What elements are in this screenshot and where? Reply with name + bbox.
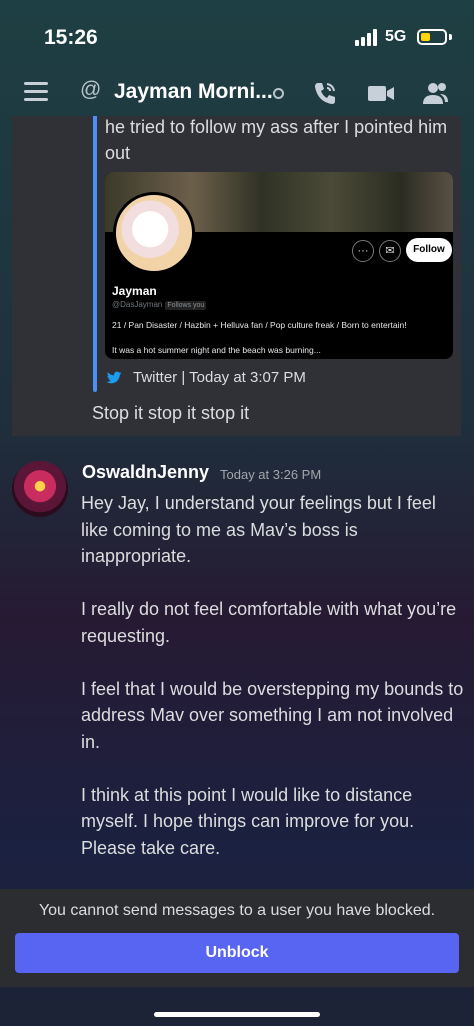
home-indicator[interactable]: [154, 1012, 320, 1017]
tweet-handle: @DasJayman Follows you: [112, 300, 207, 310]
more-button[interactable]: ···: [352, 240, 374, 262]
twitter-icon: [106, 371, 122, 384]
tweet-story: It was a hot summer night and the beach …: [112, 345, 321, 355]
message-paragraph: I really do not feel comfortable with wh…: [81, 599, 457, 646]
blocked-notice: You cannot send messages to a user you h…: [38, 902, 436, 919]
follows-you-badge: Follows you: [165, 301, 207, 310]
video-icon[interactable]: [366, 78, 396, 108]
members-icon[interactable]: [420, 78, 450, 108]
status-bar: 15:26 5G: [0, 0, 474, 72]
tweet-avatar: [113, 192, 195, 274]
tweet-handle-text: @DasJayman: [112, 300, 163, 309]
message-paragraph: I think at this point I would like to di…: [81, 784, 415, 858]
channel-title[interactable]: Jayman Morni...: [114, 80, 273, 104]
signal-icon: [355, 29, 381, 46]
battery-icon: [417, 29, 447, 45]
message-paragraph: Hey Jay, I understand your feelings but …: [81, 493, 436, 566]
message-text: Stop it stop it stop it: [92, 403, 250, 423]
unblock-button[interactable]: Unblock: [15, 933, 459, 973]
message-icon[interactable]: ✉: [379, 240, 401, 262]
menu-icon[interactable]: [24, 82, 48, 102]
tweet-preview[interactable]: ··· ✉ Follow Jayman @DasJayman Follows yo…: [105, 172, 453, 359]
embed-accent-bar: [93, 116, 97, 392]
tweet-author-name: Jayman: [112, 284, 157, 298]
at-icon: @: [80, 78, 102, 101]
call-icon[interactable]: [310, 78, 340, 108]
avatar[interactable]: [12, 461, 68, 517]
follow-button[interactable]: Follow: [406, 238, 452, 262]
clock: 15:26: [44, 26, 98, 49]
tweet-bio: 21 / Pan Disaster / Hazbin + Helluva fan…: [112, 320, 407, 330]
message-author[interactable]: OswaldnJenny: [82, 462, 209, 483]
network-label: 5G: [385, 28, 407, 45]
message-body: Hey Jay, I understand your feelings but …: [81, 490, 466, 888]
embed-footer: Twitter | Today at 3:07 PM: [133, 369, 306, 386]
channel-header: @ Jayman Morni...: [0, 72, 474, 116]
battery-cap: [449, 34, 452, 40]
message-paragraph: I feel that I would be overstepping my b…: [81, 678, 464, 752]
embed-description: he tried to follow my ass after I pointe…: [105, 117, 448, 163]
offline-status-icon: [273, 88, 284, 99]
message-timestamp: Today at 3:26 PM: [220, 467, 322, 482]
